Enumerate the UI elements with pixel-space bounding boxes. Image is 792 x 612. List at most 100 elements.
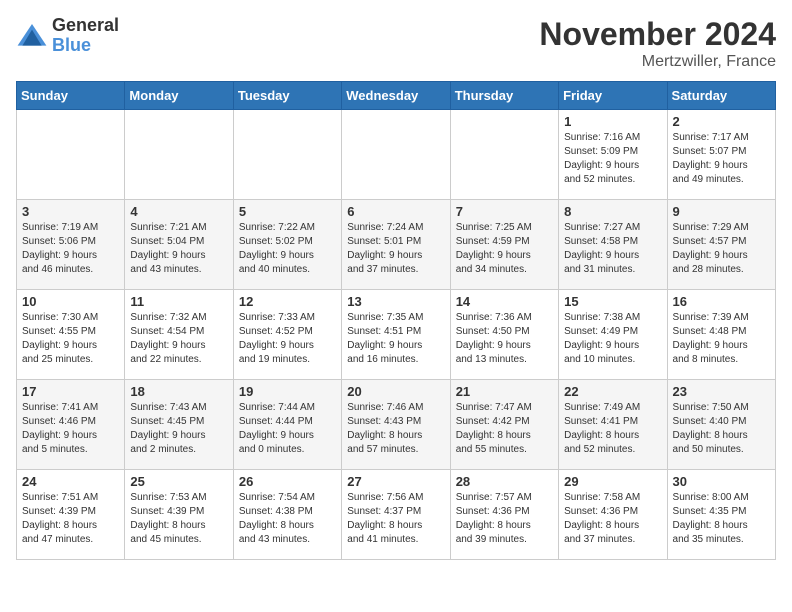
day-number: 10 <box>22 294 119 309</box>
table-row: 7 Sunrise: 7:25 AM Sunset: 4:59 PM Daylig… <box>450 200 558 290</box>
col-tuesday: Tuesday <box>233 82 341 110</box>
table-row: 27Sunrise: 7:56 AM Sunset: 4:37 PM Dayli… <box>342 470 450 560</box>
day-info: Sunrise: 7:16 AM Sunset: 5:09 PM Dayligh… <box>564 131 661 187</box>
table-row <box>125 110 233 200</box>
day-info: Sunrise: 7:44 AM Sunset: 4:44 PM Dayligh… <box>239 401 336 457</box>
day-number: 15 <box>564 294 661 309</box>
table-row: 15 Sunrise: 7:38 AM Sunset: 4:49 PM Dayli… <box>559 290 667 380</box>
table-row: 25 Sunrise: 7:53 AM Sunset: 4:39 PM Dayli… <box>125 470 233 560</box>
day-number: 7 <box>456 204 553 219</box>
table-row: 30 Sunrise: 8:00 AM Sunset: 4:35 PM Dayli… <box>667 470 775 560</box>
day-number: 17 <box>22 384 119 399</box>
day-number: 2 <box>673 114 770 129</box>
day-number: 9 <box>673 204 770 219</box>
calendar-week-1: 3Sunrise: 7:19 AM Sunset: 5:06 PM Daylig… <box>17 200 776 290</box>
calendar-week-3: 17 Sunrise: 7:41 AM Sunset: 4:46 PM Dayli… <box>17 380 776 470</box>
table-row: 3Sunrise: 7:19 AM Sunset: 5:06 PM Daylig… <box>17 200 125 290</box>
day-number: 25 <box>130 474 227 489</box>
day-info: Sunrise: 7:46 AM Sunset: 4:43 PM Dayligh… <box>347 401 444 457</box>
day-info: Sunrise: 7:39 AM Sunset: 4:48 PM Dayligh… <box>673 311 770 367</box>
table-row: 16 Sunrise: 7:39 AM Sunset: 4:48 PM Dayli… <box>667 290 775 380</box>
title-section: November 2024 Mertzwiller, France <box>539 16 776 71</box>
day-info: Sunrise: 7:54 AM Sunset: 4:38 PM Dayligh… <box>239 491 336 547</box>
table-row: 8 Sunrise: 7:27 AM Sunset: 4:58 PM Daylig… <box>559 200 667 290</box>
table-row: 24 Sunrise: 7:51 AM Sunset: 4:39 PM Dayli… <box>17 470 125 560</box>
day-info: Sunrise: 7:51 AM Sunset: 4:39 PM Dayligh… <box>22 491 119 547</box>
day-number: 4 <box>130 204 227 219</box>
table-row: 14 Sunrise: 7:36 AM Sunset: 4:50 PM Dayli… <box>450 290 558 380</box>
day-info: Sunrise: 7:57 AM Sunset: 4:36 PM Dayligh… <box>456 491 553 547</box>
day-number: 20 <box>347 384 444 399</box>
day-info: Sunrise: 8:00 AM Sunset: 4:35 PM Dayligh… <box>673 491 770 547</box>
day-number: 5 <box>239 204 336 219</box>
day-number: 30 <box>673 474 770 489</box>
day-info: Sunrise: 7:29 AM Sunset: 4:57 PM Dayligh… <box>673 221 770 277</box>
table-row: 2 Sunrise: 7:17 AM Sunset: 5:07 PM Daylig… <box>667 110 775 200</box>
table-row: 12Sunrise: 7:33 AM Sunset: 4:52 PM Dayli… <box>233 290 341 380</box>
table-row: 18Sunrise: 7:43 AM Sunset: 4:45 PM Dayli… <box>125 380 233 470</box>
table-row: 29Sunrise: 7:58 AM Sunset: 4:36 PM Dayli… <box>559 470 667 560</box>
table-row: 23Sunrise: 7:50 AM Sunset: 4:40 PM Dayli… <box>667 380 775 470</box>
day-info: Sunrise: 7:41 AM Sunset: 4:46 PM Dayligh… <box>22 401 119 457</box>
page-header: General Blue November 2024 Mertzwiller, … <box>16 16 776 71</box>
logo-icon <box>16 20 48 52</box>
day-info: Sunrise: 7:21 AM Sunset: 5:04 PM Dayligh… <box>130 221 227 277</box>
day-info: Sunrise: 7:25 AM Sunset: 4:59 PM Dayligh… <box>456 221 553 277</box>
logo: General Blue <box>16 16 119 56</box>
table-row: 19Sunrise: 7:44 AM Sunset: 4:44 PM Dayli… <box>233 380 341 470</box>
month-title: November 2024 <box>539 16 776 53</box>
day-info: Sunrise: 7:17 AM Sunset: 5:07 PM Dayligh… <box>673 131 770 187</box>
day-number: 26 <box>239 474 336 489</box>
day-info: Sunrise: 7:53 AM Sunset: 4:39 PM Dayligh… <box>130 491 227 547</box>
table-row: 6Sunrise: 7:24 AM Sunset: 5:01 PM Daylig… <box>342 200 450 290</box>
day-number: 24 <box>22 474 119 489</box>
table-row: 21 Sunrise: 7:47 AM Sunset: 4:42 PM Dayli… <box>450 380 558 470</box>
day-number: 16 <box>673 294 770 309</box>
calendar-week-0: 1 Sunrise: 7:16 AM Sunset: 5:09 PM Daylig… <box>17 110 776 200</box>
table-row <box>342 110 450 200</box>
day-number: 11 <box>130 294 227 309</box>
day-info: Sunrise: 7:49 AM Sunset: 4:41 PM Dayligh… <box>564 401 661 457</box>
calendar-week-2: 10 Sunrise: 7:30 AM Sunset: 4:55 PM Dayli… <box>17 290 776 380</box>
table-row: 13Sunrise: 7:35 AM Sunset: 4:51 PM Dayli… <box>342 290 450 380</box>
day-number: 8 <box>564 204 661 219</box>
col-saturday: Saturday <box>667 82 775 110</box>
day-info: Sunrise: 7:56 AM Sunset: 4:37 PM Dayligh… <box>347 491 444 547</box>
logo-text: General Blue <box>52 16 119 56</box>
table-row: 1 Sunrise: 7:16 AM Sunset: 5:09 PM Daylig… <box>559 110 667 200</box>
location: Mertzwiller, France <box>539 53 776 71</box>
day-info: Sunrise: 7:22 AM Sunset: 5:02 PM Dayligh… <box>239 221 336 277</box>
calendar-header-row: Sunday Monday Tuesday Wednesday Thursday… <box>17 82 776 110</box>
calendar-table: Sunday Monday Tuesday Wednesday Thursday… <box>16 81 776 560</box>
day-info: Sunrise: 7:30 AM Sunset: 4:55 PM Dayligh… <box>22 311 119 367</box>
day-info: Sunrise: 7:36 AM Sunset: 4:50 PM Dayligh… <box>456 311 553 367</box>
table-row: 26 Sunrise: 7:54 AM Sunset: 4:38 PM Dayli… <box>233 470 341 560</box>
table-row: 11 Sunrise: 7:32 AM Sunset: 4:54 PM Dayli… <box>125 290 233 380</box>
day-number: 14 <box>456 294 553 309</box>
table-row: 5 Sunrise: 7:22 AM Sunset: 5:02 PM Daylig… <box>233 200 341 290</box>
table-row <box>233 110 341 200</box>
table-row: 4 Sunrise: 7:21 AM Sunset: 5:04 PM Daylig… <box>125 200 233 290</box>
table-row: 22 Sunrise: 7:49 AM Sunset: 4:41 PM Dayli… <box>559 380 667 470</box>
day-info: Sunrise: 7:47 AM Sunset: 4:42 PM Dayligh… <box>456 401 553 457</box>
calendar-week-4: 24 Sunrise: 7:51 AM Sunset: 4:39 PM Dayli… <box>17 470 776 560</box>
day-info: Sunrise: 7:19 AM Sunset: 5:06 PM Dayligh… <box>22 221 119 277</box>
day-number: 12 <box>239 294 336 309</box>
col-monday: Monday <box>125 82 233 110</box>
table-row: 17 Sunrise: 7:41 AM Sunset: 4:46 PM Dayli… <box>17 380 125 470</box>
table-row <box>17 110 125 200</box>
day-number: 22 <box>564 384 661 399</box>
day-info: Sunrise: 7:27 AM Sunset: 4:58 PM Dayligh… <box>564 221 661 277</box>
col-friday: Friday <box>559 82 667 110</box>
day-info: Sunrise: 7:38 AM Sunset: 4:49 PM Dayligh… <box>564 311 661 367</box>
logo-general: General <box>52 16 119 36</box>
day-info: Sunrise: 7:32 AM Sunset: 4:54 PM Dayligh… <box>130 311 227 367</box>
day-number: 29 <box>564 474 661 489</box>
day-number: 6 <box>347 204 444 219</box>
table-row: 9 Sunrise: 7:29 AM Sunset: 4:57 PM Daylig… <box>667 200 775 290</box>
table-row <box>450 110 558 200</box>
day-number: 1 <box>564 114 661 129</box>
day-number: 28 <box>456 474 553 489</box>
table-row: 10 Sunrise: 7:30 AM Sunset: 4:55 PM Dayli… <box>17 290 125 380</box>
day-number: 21 <box>456 384 553 399</box>
